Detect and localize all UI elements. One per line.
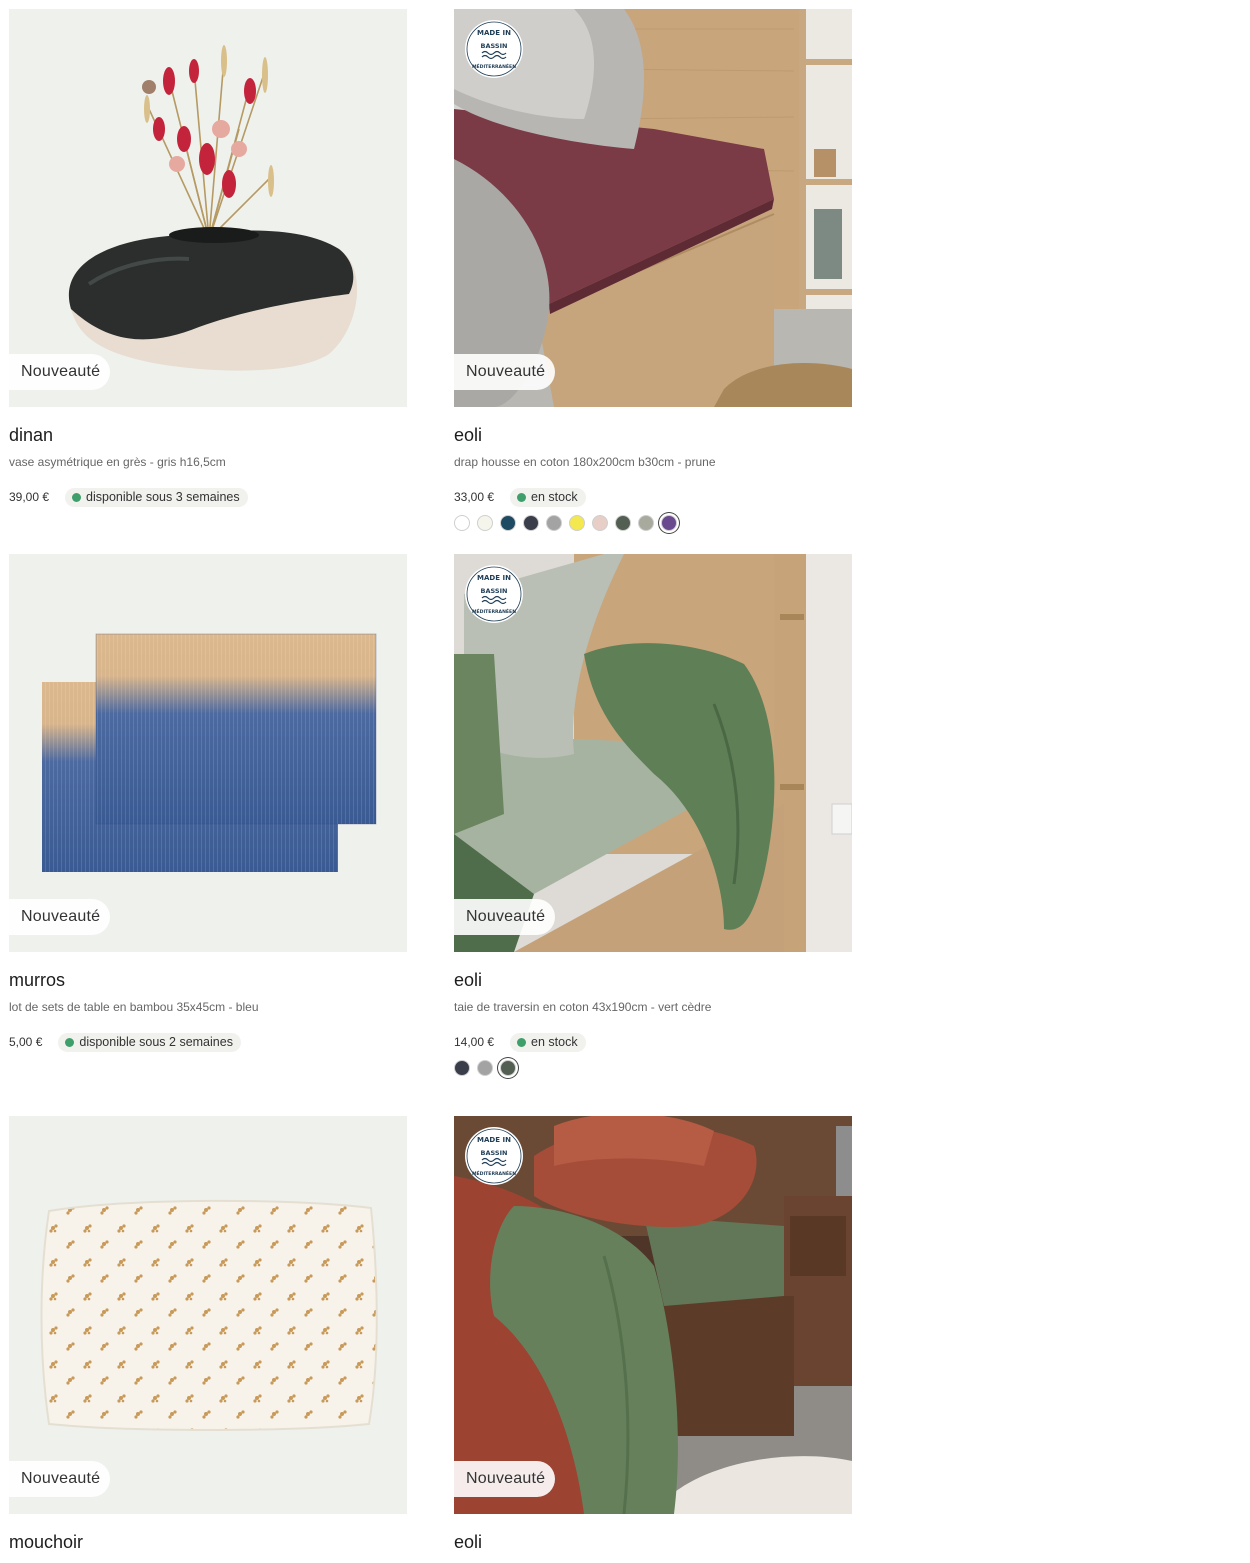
svg-text:MADE IN: MADE IN: [477, 29, 511, 37]
new-badge: Nouveauté: [9, 354, 111, 390]
pillowcase-image: [9, 1116, 407, 1514]
product-grid: Nouveauté dinan vase asymétrique en grès…: [0, 0, 1250, 1563]
product-card[interactable]: Nouveauté dinan vase asymétrique en grès…: [9, 9, 407, 507]
product-image[interactable]: Nouveauté: [9, 1116, 407, 1514]
availability-badge: en stock: [510, 487, 586, 507]
color-swatch[interactable]: [615, 515, 631, 531]
svg-text:MADE IN: MADE IN: [477, 1136, 511, 1144]
availability-label: en stock: [531, 1035, 578, 1049]
product-image[interactable]: Nouveauté: [9, 9, 407, 407]
product-description[interactable]: taie de traversin en coton 43x190cm - ve…: [454, 1000, 711, 1014]
color-swatches: [454, 1060, 523, 1076]
color-swatch[interactable]: [546, 515, 562, 531]
product-image[interactable]: MADE IN BASSIN MÉDITERRANÉEN Nouveauté: [454, 1116, 852, 1514]
availability-badge: en stock: [510, 1032, 586, 1052]
availability-label: en stock: [531, 490, 578, 504]
product-price: 14,00 €: [454, 1035, 495, 1049]
color-swatch[interactable]: [569, 515, 585, 531]
product-meta: 39,00 € disponible sous 3 semaines: [9, 487, 248, 507]
color-swatch[interactable]: [661, 515, 677, 531]
color-swatches: [454, 515, 684, 531]
product-card[interactable]: Nouveauté murros lot de sets de table en…: [9, 554, 407, 1052]
color-swatch[interactable]: [477, 515, 493, 531]
made-in-mediterranean-badge-icon: MADE IN BASSIN MÉDITERRANÉEN: [464, 1126, 524, 1186]
product-name[interactable]: eoli: [454, 970, 482, 991]
product-card[interactable]: MADE IN BASSIN MÉDITERRANÉEN Nouveauté e…: [454, 1116, 852, 1552]
svg-text:BASSIN: BASSIN: [481, 587, 508, 595]
product-description[interactable]: lot de sets de table en bambou 35x45cm -…: [9, 1000, 259, 1014]
svg-text:BASSIN: BASSIN: [481, 42, 508, 50]
vase-image: [9, 9, 407, 407]
product-image[interactable]: MADE IN BASSIN MÉDITERRANÉEN Nouveauté: [454, 554, 852, 952]
availability-dot-icon: [72, 492, 82, 502]
availability-label: disponible sous 2 semaines: [79, 1035, 233, 1049]
color-swatch[interactable]: [454, 1060, 470, 1076]
product-price: 5,00 €: [9, 1035, 43, 1049]
product-name[interactable]: mouchoir: [9, 1532, 83, 1553]
product-card[interactable]: Nouveauté mouchoir: [9, 1116, 407, 1552]
color-swatch[interactable]: [454, 515, 470, 531]
availability-dot-icon: [517, 1037, 527, 1047]
product-card[interactable]: MADE IN BASSIN MÉDITERRANÉEN Nouveauté e…: [454, 9, 852, 531]
made-in-mediterranean-badge-icon: MADE IN BASSIN MÉDITERRANÉEN: [464, 19, 524, 79]
product-meta: 14,00 € en stock: [454, 1032, 586, 1052]
new-badge: Nouveauté: [9, 1461, 111, 1497]
product-name[interactable]: dinan: [9, 425, 53, 446]
product-name[interactable]: eoli: [454, 425, 482, 446]
availability-badge: disponible sous 3 semaines: [65, 487, 248, 507]
color-swatch[interactable]: [500, 1060, 516, 1076]
new-badge: Nouveauté: [454, 354, 556, 390]
product-name[interactable]: murros: [9, 970, 65, 991]
product-meta: 5,00 € disponible sous 2 semaines: [9, 1032, 241, 1052]
product-image[interactable]: MADE IN BASSIN MÉDITERRANÉEN Nouveauté: [454, 9, 852, 407]
new-badge: Nouveauté: [454, 1461, 556, 1497]
color-swatch[interactable]: [592, 515, 608, 531]
product-price: 39,00 €: [9, 490, 50, 504]
product-image[interactable]: Nouveauté: [9, 554, 407, 952]
product-description[interactable]: vase asymétrique en grès - gris h16,5cm: [9, 455, 226, 469]
availability-dot-icon: [517, 492, 527, 502]
color-swatch[interactable]: [477, 1060, 493, 1076]
availability-badge: disponible sous 2 semaines: [58, 1032, 241, 1052]
made-in-mediterranean-badge-icon: MADE IN BASSIN MÉDITERRANÉEN: [464, 564, 524, 624]
svg-text:MADE IN: MADE IN: [477, 574, 511, 582]
availability-dot-icon: [65, 1037, 75, 1047]
product-price: 33,00 €: [454, 490, 495, 504]
color-swatch[interactable]: [500, 515, 516, 531]
color-swatch[interactable]: [638, 515, 654, 531]
product-name[interactable]: eoli: [454, 1532, 482, 1553]
product-description[interactable]: drap housse en coton 180x200cm b30cm - p…: [454, 455, 716, 469]
product-meta: 33,00 € en stock: [454, 487, 586, 507]
placemats-image: [9, 554, 407, 952]
product-card[interactable]: MADE IN BASSIN MÉDITERRANÉEN Nouveauté e…: [454, 554, 852, 1076]
new-badge: Nouveauté: [9, 899, 111, 935]
availability-label: disponible sous 3 semaines: [86, 490, 240, 504]
color-swatch[interactable]: [523, 515, 539, 531]
svg-text:BASSIN: BASSIN: [481, 1149, 508, 1157]
new-badge: Nouveauté: [454, 899, 556, 935]
